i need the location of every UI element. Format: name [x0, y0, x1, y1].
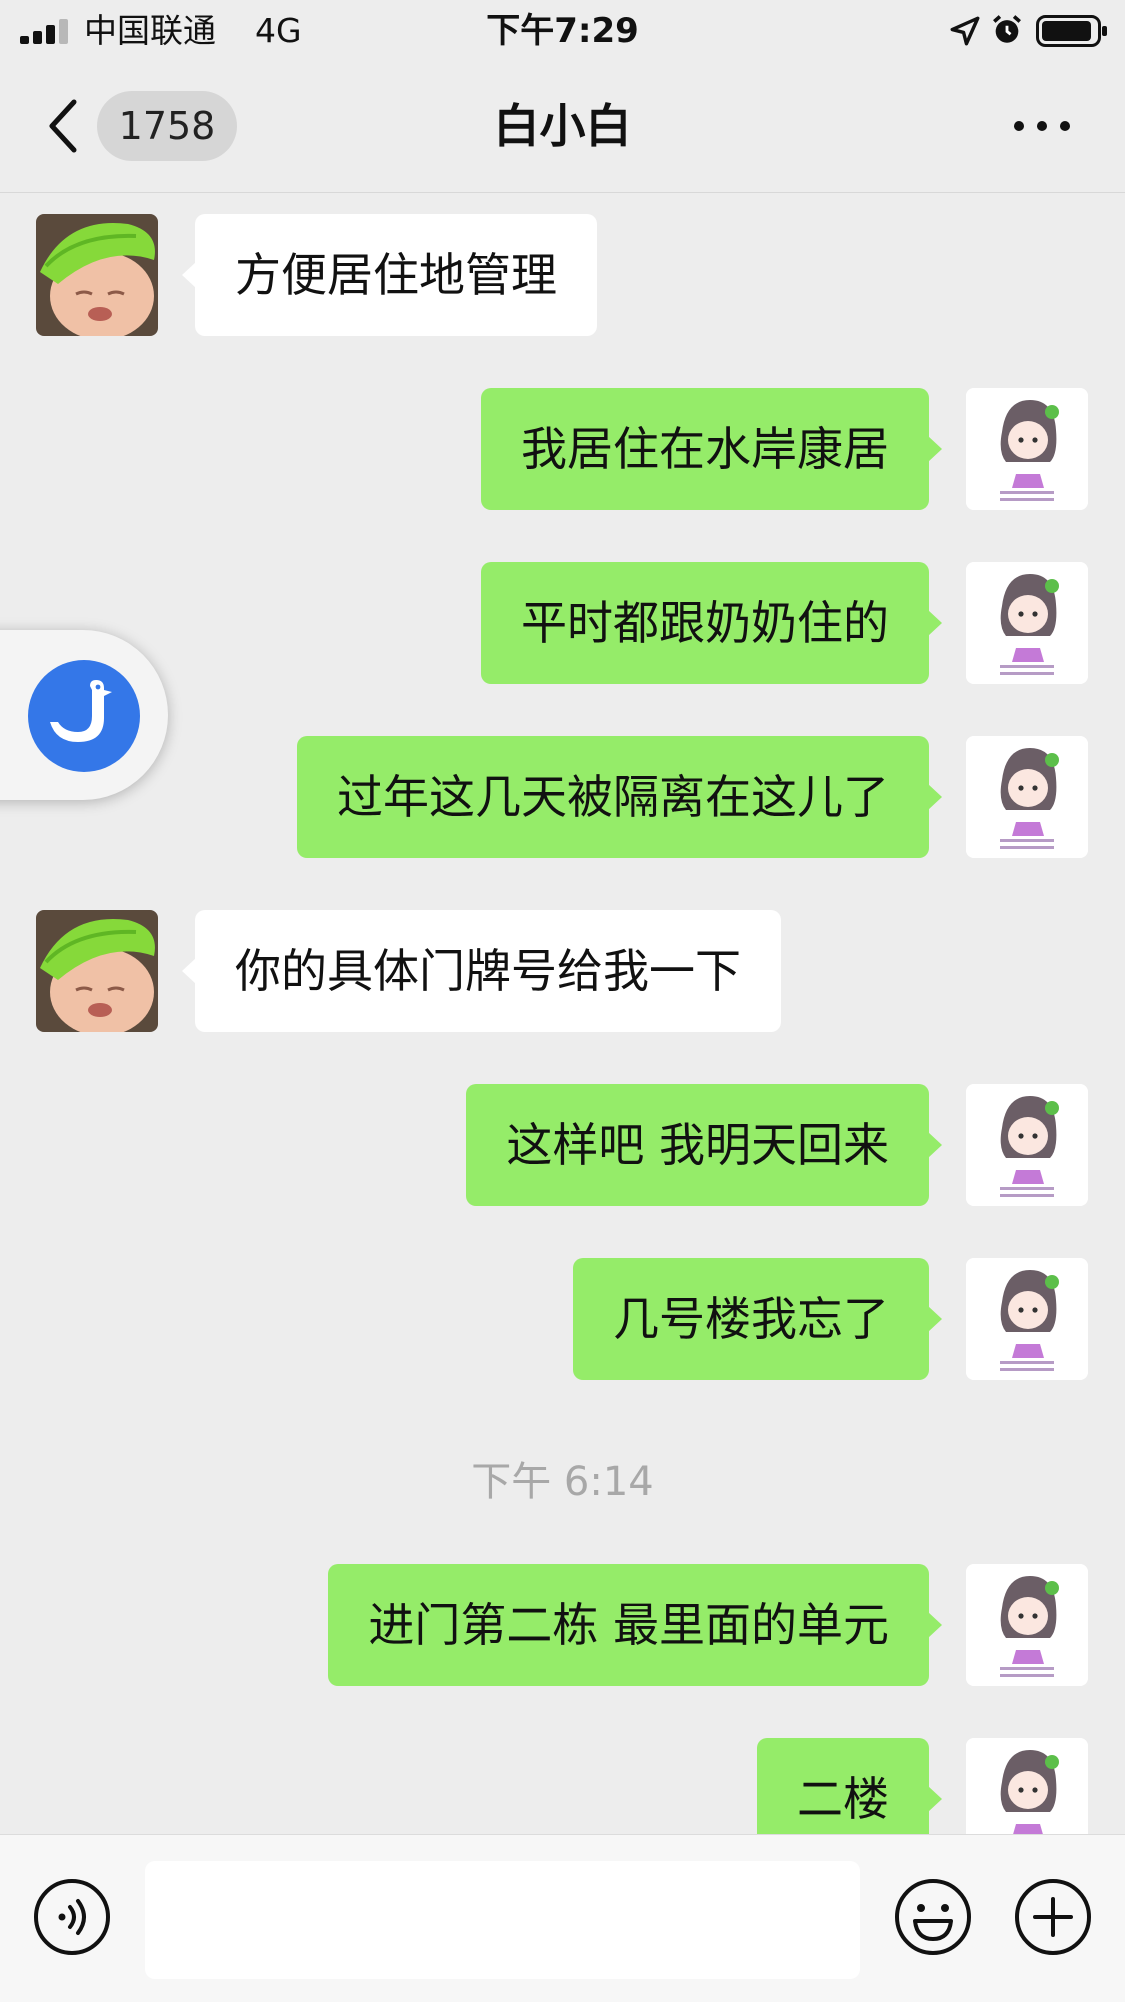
- my-avatar[interactable]: [966, 388, 1088, 510]
- chat-header: 1758 白小白: [0, 60, 1125, 193]
- message-row: 这样吧 我明天回来: [0, 1084, 1125, 1206]
- message-row: 过年这几天被隔离在这儿了: [0, 736, 1125, 858]
- message-row: 进门第二栋 最里面的单元: [0, 1564, 1125, 1686]
- incoming-message-bubble[interactable]: 你的具体门牌号给我一下: [182, 910, 781, 1032]
- contact-avatar[interactable]: [36, 910, 158, 1032]
- battery-icon: [1036, 15, 1107, 47]
- outgoing-message-bubble[interactable]: 几号楼我忘了: [573, 1258, 942, 1380]
- goose-icon: [28, 660, 140, 772]
- message-row: 方便居住地管理: [0, 214, 1125, 336]
- chat-timestamp: 下午 6:14: [471, 1459, 654, 1505]
- outgoing-message-bubble[interactable]: 过年这几天被隔离在这儿了: [297, 736, 942, 858]
- emoji-icon[interactable]: [893, 1877, 973, 1957]
- plus-icon[interactable]: [1013, 1877, 1093, 1957]
- outgoing-message-bubble[interactable]: 平时都跟奶奶住的: [481, 562, 942, 684]
- voice-icon[interactable]: [32, 1877, 112, 1957]
- location-arrow-icon: [950, 16, 980, 46]
- outgoing-message-bubble[interactable]: 我居住在水岸康居: [481, 388, 942, 510]
- more-dots-icon[interactable]: [1012, 116, 1072, 136]
- outgoing-message-bubble[interactable]: 进门第二栋 最里面的单元: [328, 1564, 942, 1686]
- input-bar: [0, 1834, 1125, 2002]
- message-row: 几号楼我忘了: [0, 1258, 1125, 1380]
- my-avatar[interactable]: [966, 736, 1088, 858]
- message-row: 你的具体门牌号给我一下: [0, 910, 1125, 1032]
- my-avatar[interactable]: [966, 1258, 1088, 1380]
- outgoing-message-bubble[interactable]: 这样吧 我明天回来: [466, 1084, 942, 1206]
- incoming-message-bubble[interactable]: 方便居住地管理: [182, 214, 597, 336]
- message-input[interactable]: [145, 1861, 860, 1979]
- message-row: 平时都跟奶奶住的: [0, 562, 1125, 684]
- my-avatar[interactable]: [966, 1084, 1088, 1206]
- alarm-clock-icon: [993, 15, 1021, 43]
- chat-title: 白小白: [493, 99, 632, 153]
- message-row: 我居住在水岸康居: [0, 388, 1125, 510]
- status-bar: 中国联通 4G 下午7:29: [0, 0, 1125, 60]
- my-avatar[interactable]: [966, 562, 1088, 684]
- contact-avatar[interactable]: [36, 214, 158, 336]
- my-avatar[interactable]: [966, 1564, 1088, 1686]
- floating-window-button[interactable]: [0, 630, 168, 800]
